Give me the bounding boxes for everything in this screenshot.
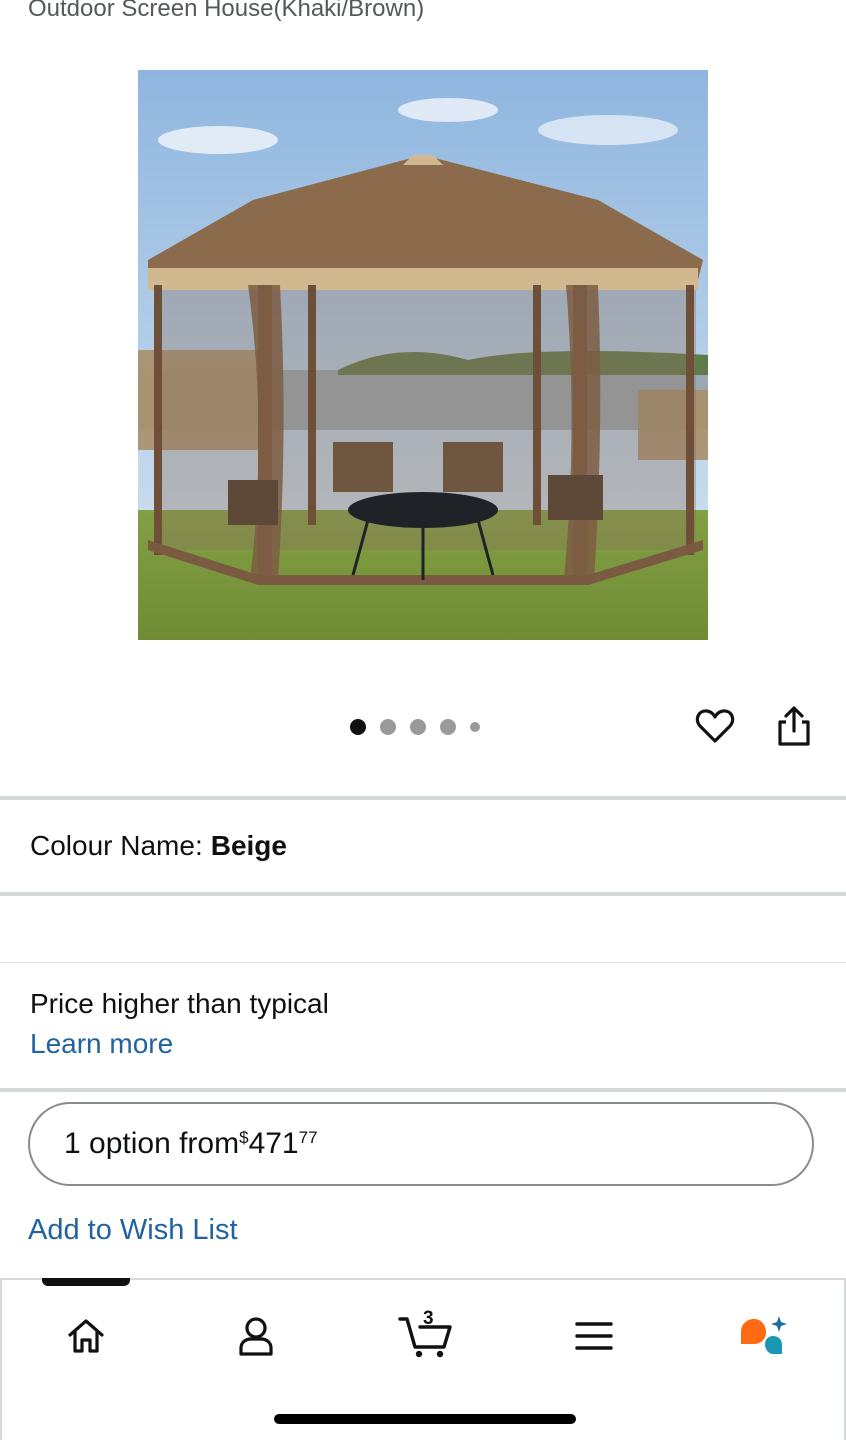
image-carousel-dots[interactable] bbox=[350, 718, 480, 736]
section-divider bbox=[0, 796, 846, 800]
option-prefix: 1 option from bbox=[64, 1127, 240, 1160]
favorite-button[interactable] bbox=[693, 704, 737, 748]
product-title: Outdoor Screen House(Khaki/Brown) bbox=[28, 0, 425, 22]
colour-selector[interactable]: Colour Name: Beige bbox=[30, 830, 287, 862]
carousel-dot[interactable] bbox=[410, 719, 426, 735]
heart-icon bbox=[695, 709, 735, 743]
menu-icon bbox=[575, 1322, 613, 1350]
nav-assistant[interactable] bbox=[732, 1306, 792, 1366]
carousel-dot[interactable] bbox=[350, 719, 366, 735]
home-indicator bbox=[274, 1414, 576, 1424]
section-divider bbox=[0, 962, 846, 963]
assistant-icon bbox=[741, 1316, 787, 1354]
add-to-wish-list-link[interactable]: Add to Wish List bbox=[28, 1214, 238, 1247]
nav-home[interactable] bbox=[56, 1306, 116, 1366]
buying-options-button[interactable]: 1 option from $ 471 77 bbox=[28, 1102, 814, 1186]
price-note: Price higher than typical bbox=[30, 988, 329, 1019]
active-tab-indicator bbox=[42, 1278, 130, 1286]
product-image[interactable] bbox=[138, 70, 708, 640]
carousel-dot[interactable] bbox=[470, 722, 480, 732]
gazebo-photo bbox=[138, 70, 708, 640]
person-icon bbox=[239, 1317, 273, 1356]
section-divider bbox=[0, 892, 846, 896]
currency-symbol: $ bbox=[239, 1128, 249, 1147]
colour-value: Beige bbox=[210, 830, 287, 861]
share-icon bbox=[778, 706, 810, 746]
nav-menu[interactable] bbox=[564, 1306, 624, 1366]
carousel-dot[interactable] bbox=[440, 719, 456, 735]
price-dollars: 471 bbox=[248, 1127, 299, 1160]
price-cents: 77 bbox=[298, 1128, 318, 1147]
carousel-dot[interactable] bbox=[380, 719, 396, 735]
nav-cart[interactable]: 3 bbox=[394, 1306, 458, 1366]
colour-label: Colour Name: bbox=[30, 830, 203, 861]
nav-account[interactable] bbox=[226, 1306, 286, 1366]
section-divider bbox=[0, 1088, 846, 1092]
home-icon bbox=[68, 1319, 104, 1353]
bottom-navigation: 3 bbox=[0, 1278, 846, 1440]
cart-count-badge: 3 bbox=[423, 1308, 434, 1329]
share-button[interactable] bbox=[772, 704, 816, 748]
learn-more-link[interactable]: Learn more bbox=[30, 1028, 173, 1060]
